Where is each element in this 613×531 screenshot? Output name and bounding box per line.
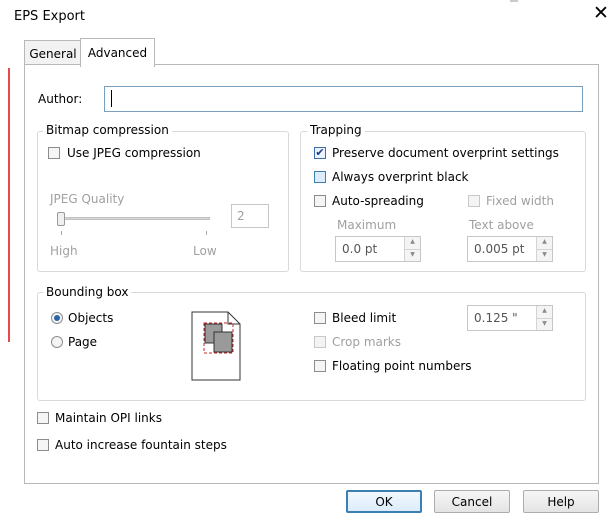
side-marker xyxy=(8,68,10,342)
text-above-label: Text above xyxy=(469,218,534,232)
tab-advanced-label: Advanced xyxy=(87,46,148,60)
auto-fountain-checkbox[interactable] xyxy=(37,439,49,451)
slider-tick-low xyxy=(206,231,207,235)
auto-spreading-label: Auto-spreading xyxy=(332,194,424,208)
text-above-spin-buttons: ▲ ▼ xyxy=(536,237,552,261)
bounding-preview-icon xyxy=(191,311,241,381)
bleed-limit-checkbox[interactable] xyxy=(314,312,326,324)
trapping-title: Trapping xyxy=(307,123,365,137)
objects-label: Objects xyxy=(68,311,114,325)
crop-marks-checkbox[interactable] xyxy=(314,336,326,348)
dialog-title: EPS Export xyxy=(14,9,85,24)
objects-radio[interactable] xyxy=(51,312,63,324)
slider-tick-high xyxy=(61,231,62,235)
page-radio[interactable] xyxy=(51,336,63,348)
preserve-overprint-checkbox[interactable]: ✔ xyxy=(314,147,326,159)
use-jpeg-checkbox[interactable] xyxy=(48,147,60,159)
fixed-width-label: Fixed width xyxy=(486,194,554,208)
spin-down-icon[interactable]: ▼ xyxy=(537,318,552,330)
radio-selected-dot xyxy=(54,315,60,321)
ok-label: OK xyxy=(375,494,393,509)
preserve-overprint-label: Preserve document overprint settings xyxy=(332,146,559,160)
tab-advanced[interactable]: Advanced xyxy=(80,38,155,67)
jpeg-quality-slider-track xyxy=(57,217,210,220)
floating-point-label: Floating point numbers xyxy=(332,359,472,373)
bleed-limit-spinbox[interactable]: 0.125 " ▲ ▼ xyxy=(467,305,553,331)
close-icon[interactable]: ✕ xyxy=(593,2,609,24)
jpeg-quality-label: JPEG Quality xyxy=(50,192,125,206)
spin-up-icon[interactable]: ▲ xyxy=(537,237,552,250)
maximum-spin-buttons: ▲ ▼ xyxy=(404,237,420,261)
maintain-opi-checkbox[interactable] xyxy=(37,412,49,424)
help-label: Help xyxy=(547,494,575,509)
spin-up-icon[interactable]: ▲ xyxy=(405,237,420,250)
bounding-box-title: Bounding box xyxy=(43,285,132,299)
tab-general-label: General xyxy=(29,46,77,61)
tab-general[interactable]: General xyxy=(24,40,82,66)
maximum-value: 0.0 pt xyxy=(342,242,378,256)
help-button[interactable]: Help xyxy=(523,490,599,513)
always-overprint-black-label: Always overprint black xyxy=(332,170,469,184)
jpeg-quality-value-box[interactable]: 2 xyxy=(231,204,269,228)
spin-down-icon[interactable]: ▼ xyxy=(405,249,420,261)
always-overprint-black-checkbox[interactable] xyxy=(314,171,326,183)
crop-marks-label: Crop marks xyxy=(332,335,401,349)
auto-fountain-label: Auto increase fountain steps xyxy=(55,438,227,452)
bleed-limit-label: Bleed limit xyxy=(332,311,397,325)
use-jpeg-label: Use JPEG compression xyxy=(67,146,201,160)
maximum-spinbox[interactable]: 0.0 pt ▲ ▼ xyxy=(335,236,421,262)
text-caret xyxy=(111,90,112,107)
author-label: Author: xyxy=(38,92,83,106)
maintain-opi-label: Maintain OPI links xyxy=(55,411,162,425)
cancel-button[interactable]: Cancel xyxy=(434,490,510,513)
bleed-spin-buttons: ▲ ▼ xyxy=(536,306,552,330)
cancel-label: Cancel xyxy=(451,494,493,509)
maximum-label: Maximum xyxy=(337,218,397,232)
floating-point-checkbox[interactable] xyxy=(314,360,326,372)
quality-low-label: Low xyxy=(193,244,217,258)
scrollbar-nub xyxy=(510,0,518,2)
page-label: Page xyxy=(68,335,98,349)
fixed-width-checkbox[interactable] xyxy=(468,195,480,207)
bitmap-compression-title: Bitmap compression xyxy=(43,123,172,137)
spin-down-icon[interactable]: ▼ xyxy=(537,249,552,261)
ok-button[interactable]: OK xyxy=(346,490,422,513)
text-above-spinbox[interactable]: 0.005 pt ▲ ▼ xyxy=(467,236,553,262)
auto-spreading-checkbox[interactable] xyxy=(314,195,326,207)
spin-up-icon[interactable]: ▲ xyxy=(537,306,552,319)
quality-high-label: High xyxy=(50,244,78,258)
author-input[interactable] xyxy=(104,86,583,112)
jpeg-quality-slider-thumb[interactable] xyxy=(57,212,65,226)
bleed-limit-value: 0.125 " xyxy=(474,311,518,325)
jpeg-quality-value: 2 xyxy=(237,209,245,223)
text-above-value: 0.005 pt xyxy=(474,242,525,256)
